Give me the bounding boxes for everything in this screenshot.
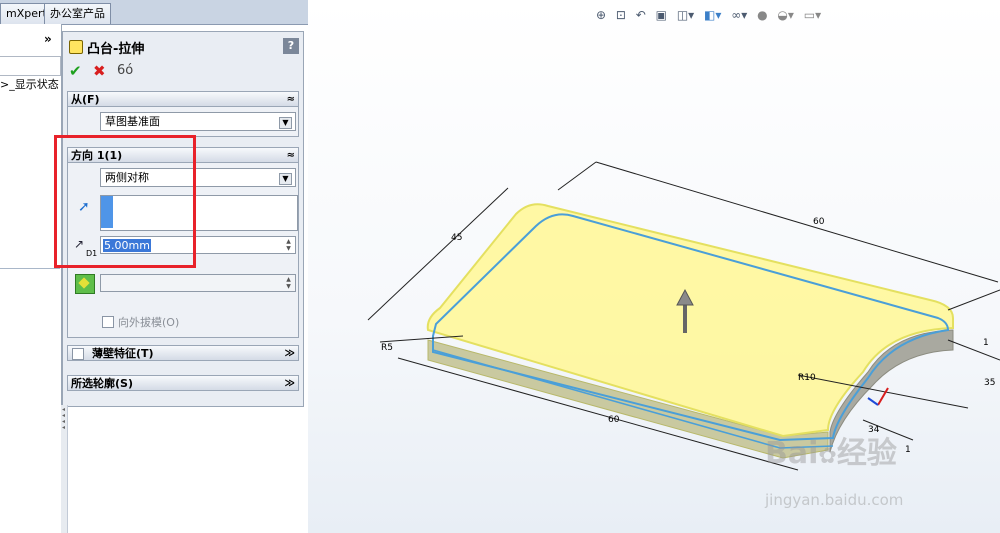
section-selected-contours-title: 所选轮廓(S) [71,377,133,390]
ok-check-icon[interactable]: ✔ [69,62,82,80]
top-tab-bar: mXpert 办公室产品 [0,0,308,25]
tree-divider [0,268,60,269]
dim-right-1: 1 [983,338,989,348]
section-from-header[interactable]: 从(F) ≈ [67,91,299,107]
from-start-condition-value: 草图基准面 [105,115,160,128]
property-manager-header: 凸台-拉伸 ? [67,36,299,58]
dim-34: 34 [868,425,880,435]
collapse-chevron-icon[interactable]: ≈ [287,92,295,108]
cancel-x-icon[interactable]: ✖ [93,62,106,80]
section-selected-contours-header[interactable]: 所选轮廓(S) ≫ [67,375,299,391]
extrude-feature-icon [69,40,83,54]
detailed-preview-glasses-icon[interactable]: 6ó [117,63,133,78]
tree-display-state-item[interactable]: >_显示状态 [0,76,59,92]
property-manager-title: 凸台-拉伸 [87,42,145,57]
chevron-down-icon: ▼ [279,117,292,129]
baidu-watermark: Bai✿经验 jingyan.baidu.com [765,436,904,510]
section-from-body: 草图基准面 ▼ [67,107,299,137]
dim-r10: R10 [798,373,816,383]
dim-bottom-right: 1 [905,445,911,455]
dim-top-length: 60 [813,217,825,227]
tree-filter-input[interactable] [0,56,61,76]
draft-angle-input[interactable]: ▲ ▼ [100,274,296,292]
watermark-url: jingyan.baidu.com [765,491,904,509]
section-thin-feature-header[interactable]: 薄壁特征(T) ≫ [67,345,299,361]
draft-on-off-button[interactable] [75,274,95,294]
thin-feature-checkbox[interactable] [72,348,84,360]
expand-chevron-icon[interactable]: ≫ [285,376,295,392]
chevron-down-icon: ▼ [279,173,292,185]
draft-outward-label: 向外拔模(O) [118,316,180,329]
from-start-condition-select[interactable]: 草图基准面 ▼ [100,112,296,131]
tab-office-products[interactable]: 办公室产品 [44,3,111,24]
collapse-chevron-icon[interactable]: ≈ [287,148,295,164]
dim-right-2: 35 [984,378,995,388]
section-thin-feature-title: 薄壁特征(T) [92,347,154,360]
help-button[interactable]: ? [283,38,299,54]
spin-arrows-icon[interactable]: ▲ ▼ [283,238,294,252]
draft-outward-checkbox[interactable] [102,316,114,328]
paw-icon: ✿ [818,444,837,469]
highlight-annotation-box [54,135,196,268]
draft-icon [78,277,90,289]
dim-r5: R5 [381,343,393,353]
panel-splitter[interactable]: ◂ ◂ ◂ ◂ [61,405,68,533]
dim-bottom-length: 60 [608,415,620,425]
tree-expand-chevron-icon[interactable]: » [44,32,52,46]
watermark-brand2: 经验 [836,436,897,471]
dim-left: 45 [451,233,462,243]
feature-manager-tree: » >_显示状态 [0,24,62,533]
section-from-title: 从(F) [71,93,100,106]
expand-chevron-icon[interactable]: ≫ [285,346,295,362]
spin-arrows-icon[interactable]: ▲ ▼ [283,276,294,290]
watermark-brand: Bai [765,436,819,471]
